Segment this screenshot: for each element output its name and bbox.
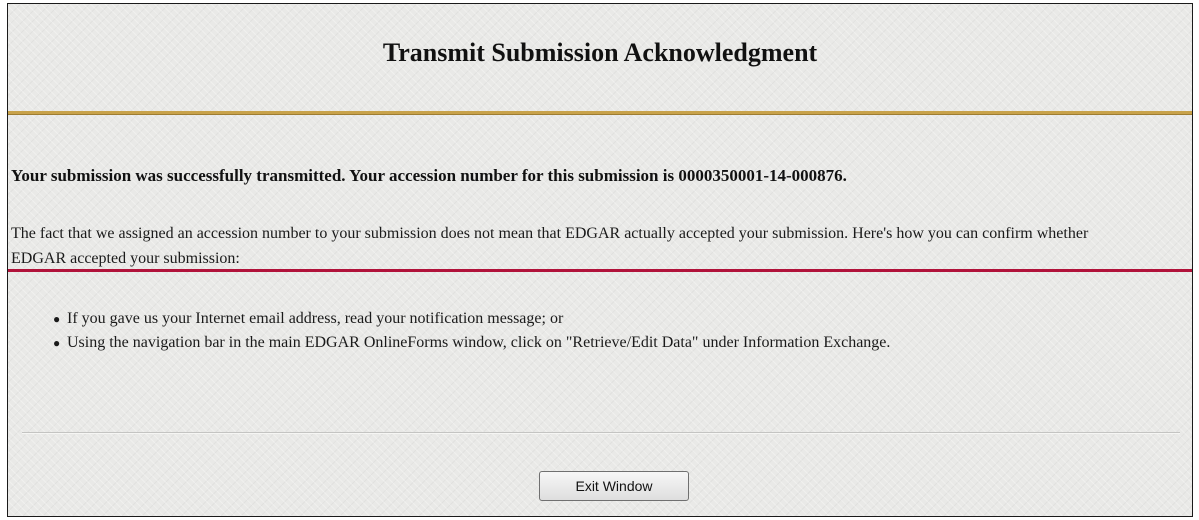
title-divider [8, 111, 1192, 115]
success-message: Your submission was successfully transmi… [11, 166, 847, 185]
list-item-text: If you gave us your Internet email addre… [67, 310, 564, 327]
list-item-text: Using the navigation bar in the main EDG… [67, 334, 891, 351]
bullet-icon: ● [53, 336, 61, 350]
accession-notice: The fact that we assigned an accession n… [11, 225, 1089, 267]
footer-divider [22, 432, 1180, 434]
page-title: Transmit Submission Acknowledgment [382, 38, 818, 67]
exit-window-button[interactable]: Exit Window [539, 471, 689, 501]
confirm-steps-list: ● If you gave us your Internet email add… [8, 307, 1158, 355]
acknowledgment-window: Transmit Submission Acknowledgment Your … [7, 3, 1193, 517]
list-item: ● Using the navigation bar in the main E… [53, 331, 1158, 355]
list-item: ● If you gave us your Internet email add… [53, 307, 1158, 331]
bullet-icon: ● [53, 312, 61, 326]
highlight-rule [8, 269, 1192, 272]
